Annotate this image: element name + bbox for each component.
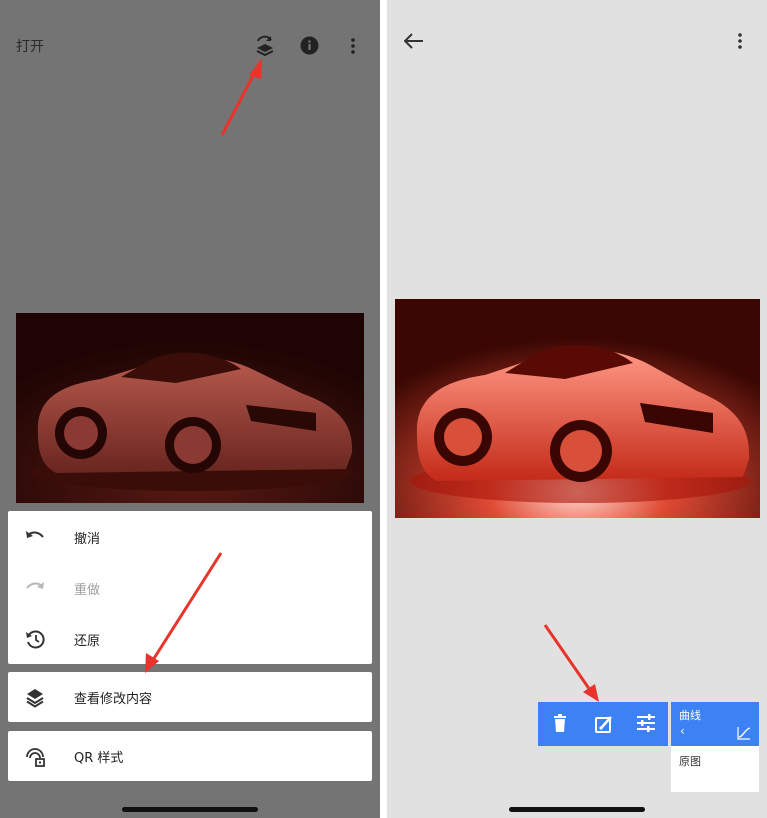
qr-style-label: QR 样式 [74,751,124,766]
back-arrow-icon[interactable] [404,33,424,49]
edit-brush-icon[interactable] [594,714,614,734]
top-bar: 打开 [0,0,380,90]
edited-photo [395,299,760,518]
redo-label: 重做 [74,583,101,598]
undo-icon [24,526,46,548]
home-indicator [122,807,258,812]
tune-icon[interactable] [637,714,655,732]
menu-item-restore[interactable]: 还原 [8,614,372,664]
back-chevron[interactable]: ‹ [680,724,685,738]
undo-label: 撤消 [74,532,101,547]
home-indicator [509,807,645,812]
layers-icon [24,686,46,708]
qr-style-row: QR 样式 [8,731,372,781]
view-edits-row: 查看修改内容 [8,672,372,722]
undo-menu-card: 撤消 重做 还原 [8,511,372,664]
restore-label: 还原 [74,634,101,649]
screenshot-root: 打开 撤消 重做 还原 查看修改内容 QR 样式 曲线 ‹ 原图 [0,0,767,818]
more-vert-icon[interactable] [737,32,743,50]
left-screen: 打开 撤消 重做 还原 查看修改内容 QR 样式 [0,0,380,818]
qr-style-icon [24,745,46,767]
edit-stack-card: 曲线 ‹ 原图 [671,702,759,792]
original-item[interactable]: 原图 [679,753,701,769]
edited-photo [16,313,364,503]
delete-icon[interactable] [553,714,567,732]
edit-toolbar [538,702,668,746]
restore-icon [24,628,46,650]
curves-icon[interactable] [737,726,751,740]
menu-item-view-edits[interactable]: 查看修改内容 [8,672,372,722]
filter-name: 曲线 [679,709,701,722]
stack-history-icon[interactable] [255,35,275,57]
menu-item-undo[interactable]: 撤消 [8,512,372,562]
menu-item-redo[interactable]: 重做 [8,563,372,613]
open-button[interactable]: 打开 [16,36,44,56]
more-vert-icon[interactable] [350,37,356,55]
info-icon[interactable] [300,36,319,55]
top-bar [387,0,767,90]
right-screen: 曲线 ‹ 原图 [387,0,767,818]
view-edits-label: 查看修改内容 [74,692,153,707]
menu-item-qr-style[interactable]: QR 样式 [8,731,372,781]
curves-filter-item[interactable]: 曲线 ‹ [671,702,759,746]
redo-icon [24,577,46,599]
